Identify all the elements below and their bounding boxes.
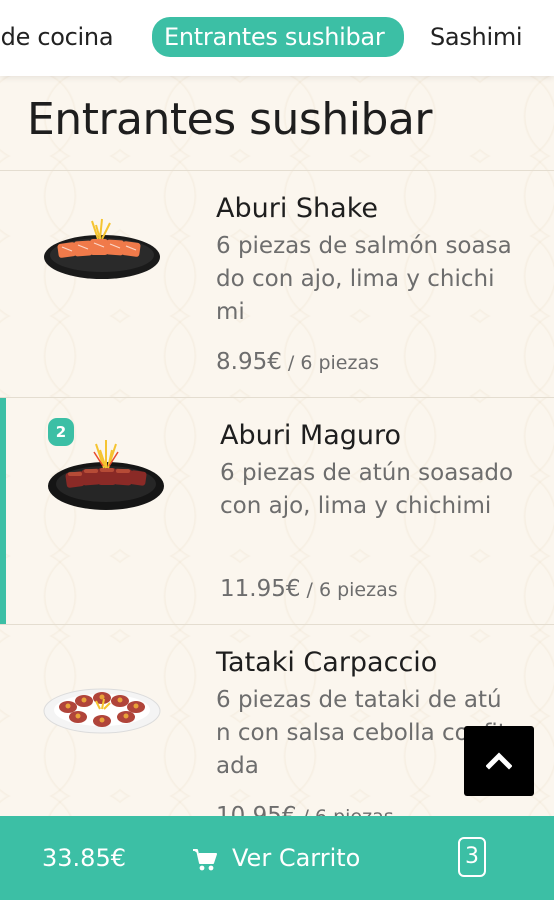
price-unit: / 6 piezas (281, 352, 380, 374)
item-description: 6 piezas de atún soasado con ajo, lima y… (220, 460, 514, 519)
tab-entrantes-sushibar[interactable]: Entrantes sushibar (152, 17, 404, 57)
cart-total: 33.85€ (42, 844, 126, 872)
cart-bar: 33.85€ Ver Carrito 3 (0, 816, 554, 900)
menu-item[interactable]: 2 Aburi Maguro 6 piezas de atún soasado … (0, 397, 554, 624)
price-unit: / 6 piezas (300, 579, 398, 601)
menu-item[interactable]: Aburi Shake 6 piezas de salmón soasado c… (0, 170, 554, 397)
item-price: 8.95€ / 6 piezas (216, 349, 379, 375)
item-name: Tataki Carpaccio (216, 647, 438, 678)
tuna-plate-icon (48, 440, 164, 510)
item-description: 6 piezas de salmón soasado con ajo, lima… (216, 233, 512, 325)
tab-platos-de-cocina[interactable]: . de cocina (0, 17, 114, 57)
cart-count-badge[interactable]: 3 (458, 837, 486, 877)
scroll-top-button[interactable] (464, 726, 534, 796)
item-name: Aburi Shake (216, 193, 378, 224)
item-name: Aburi Maguro (220, 420, 402, 451)
salmon-plate-icon (44, 218, 160, 279)
item-price: 11.95€ / 6 piezas (220, 576, 398, 602)
carpaccio-plate-icon (43, 688, 161, 734)
view-cart-label: Ver Carrito (232, 844, 361, 872)
chevron-up-icon (486, 752, 512, 770)
cart-icon (193, 849, 217, 871)
price-value: 11.95€ (220, 576, 301, 602)
selected-indicator (0, 398, 6, 624)
price-value: 8.95€ (216, 349, 282, 375)
section-title: Entrantes sushibar (27, 94, 432, 145)
category-nav: . de cocina Entrantes sushibar Sashimi (0, 0, 554, 76)
tab-sashimi[interactable]: Sashimi (430, 17, 523, 57)
